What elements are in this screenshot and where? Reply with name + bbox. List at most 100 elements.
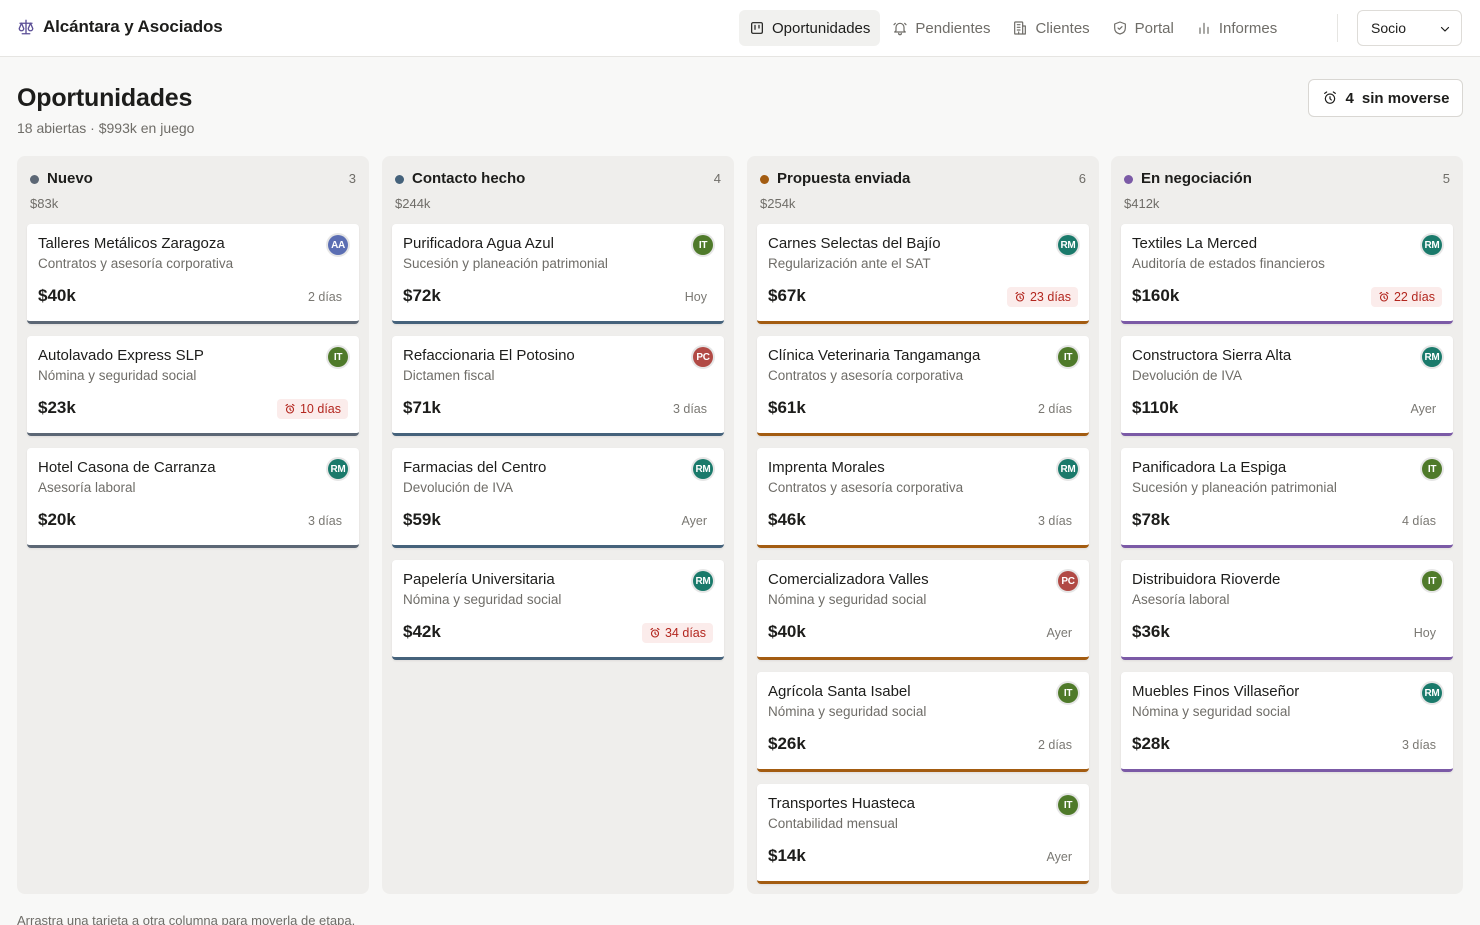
deal-card[interactable]: Carnes Selectas del Bajío Regularización …	[757, 224, 1089, 324]
nav-oportunidades[interactable]: Oportunidades	[739, 10, 881, 46]
owner-avatar[interactable]: IT	[1058, 795, 1078, 815]
column-title: Propuesta enviada	[777, 170, 911, 187]
card-age: 2 días	[307, 290, 342, 304]
deal-card[interactable]: Clínica Veterinaria Tangamanga Contratos …	[757, 336, 1089, 436]
owner-avatar[interactable]: IT	[1422, 459, 1442, 479]
deal-card[interactable]: Hotel Casona de Carranza Asesoría laboral…	[27, 448, 359, 548]
column-title: Nuevo	[47, 170, 93, 187]
column-0: Nuevo 3 $83k Talleres Metálicos Zaragoza Con…	[17, 156, 369, 894]
card-service: Contratos y asesoría corporativa	[768, 368, 964, 383]
nav-informes[interactable]: Informes	[1186, 10, 1287, 46]
card-amount: $36k	[1132, 622, 1170, 641]
nav-pendientes[interactable]: Pendientes	[882, 10, 1000, 46]
deal-card[interactable]: Distribuidora Rioverde Asesoría laboral $3…	[1121, 560, 1453, 660]
deal-card[interactable]: Agrícola Santa Isabel Nómina y seguridad …	[757, 672, 1089, 772]
column-3: En negociación 5 $412k Textiles La Merced Au…	[1111, 156, 1463, 894]
deal-card[interactable]: Refaccionaria El Potosino Dictamen fiscal…	[392, 336, 724, 436]
stale-count: 4	[1345, 89, 1354, 107]
bar-chart-icon	[1199, 22, 1209, 34]
building-icon	[1014, 21, 1027, 35]
owner-avatar[interactable]: RM	[693, 571, 713, 591]
card-age: Ayer	[681, 514, 707, 528]
card-client-name: Autolavado Express SLP	[38, 347, 204, 364]
stage-dot	[1124, 175, 1133, 184]
deal-card[interactable]: Textiles La Merced Auditoría de estados f…	[1121, 224, 1453, 324]
owner-avatar[interactable]: IT	[1058, 347, 1078, 367]
card-client-name: Constructora Sierra Alta	[1132, 347, 1292, 364]
card-service: Devolución de IVA	[403, 480, 514, 495]
deal-card[interactable]: Papelería Universitaria Nómina y segurida…	[392, 560, 724, 660]
owner-avatar[interactable]: IT	[1058, 683, 1078, 703]
bell-icon	[893, 22, 908, 36]
card-amount: $26k	[768, 734, 806, 753]
nav-divider	[1337, 14, 1338, 42]
card-amount: $46k	[768, 510, 806, 529]
card-client-name: Talleres Metálicos Zaragoza	[38, 235, 225, 252]
owner-avatar[interactable]: AA	[328, 235, 348, 255]
page-title: Oportunidades	[17, 84, 193, 112]
nav-portal[interactable]: Portal	[1102, 10, 1184, 46]
nav-clientes[interactable]: Clientes	[1002, 10, 1099, 46]
card-service: Contratos y asesoría corporativa	[38, 256, 234, 271]
owner-avatar[interactable]: RM	[328, 459, 348, 479]
deal-card[interactable]: Farmacias del Centro Devolución de IVA $59…	[392, 448, 724, 548]
stage-dot	[30, 175, 39, 184]
card-service: Asesoría laboral	[1132, 592, 1230, 607]
deal-card[interactable]: Autolavado Express SLP Nómina y seguridad…	[27, 336, 359, 436]
card-client-name: Farmacias del Centro	[403, 459, 547, 476]
card-client-name: Purificadora Agua Azul	[403, 235, 554, 252]
card-client-name: Panificadora La Espiga	[1132, 459, 1287, 476]
stale-deals-button[interactable]: 4 sin moverse	[1308, 79, 1463, 117]
alarm-clock-icon	[650, 627, 660, 638]
deal-card[interactable]: Constructora Sierra Alta Devolución de IV…	[1121, 336, 1453, 436]
card-service: Asesoría laboral	[38, 480, 136, 495]
owner-avatar[interactable]: IT	[328, 347, 348, 367]
card-age: Ayer	[1046, 626, 1072, 640]
owner-avatar[interactable]: PC	[693, 347, 713, 367]
card-amount: $20k	[38, 510, 76, 529]
owner-avatar[interactable]: PC	[1058, 571, 1078, 591]
card-amount: $42k	[403, 622, 441, 641]
deal-card[interactable]: Imprenta Morales Contratos y asesoría cor…	[757, 448, 1089, 548]
card-service: Regularización ante el SAT	[768, 256, 931, 271]
card-client-name: Refaccionaria El Potosino	[403, 347, 575, 364]
deal-card[interactable]: Talleres Metálicos Zaragoza Contratos y a…	[27, 224, 359, 324]
card-service: Contabilidad mensual	[768, 816, 898, 831]
top-bar: Alcántara y Asociados Oportunidades Pend…	[0, 0, 1480, 57]
owner-avatar[interactable]: IT	[693, 235, 713, 255]
card-service: Nómina y seguridad social	[768, 704, 927, 719]
column-count: 5	[1442, 171, 1450, 186]
card-client-name: Carnes Selectas del Bajío	[768, 235, 941, 252]
card-client-name: Agrícola Santa Isabel	[768, 683, 911, 700]
owner-avatar[interactable]: RM	[1422, 347, 1442, 367]
deal-card[interactable]: Muebles Finos Villaseñor Nómina y segurid…	[1121, 672, 1453, 772]
deal-card[interactable]: Comercializadora Valles Nómina y segurida…	[757, 560, 1089, 660]
card-age: Hoy	[1413, 626, 1436, 640]
card-client-name: Comercializadora Valles	[768, 571, 929, 588]
card-client-name: Clínica Veterinaria Tangamanga	[768, 347, 981, 364]
deal-card[interactable]: Purificadora Agua Azul Sucesión y planeac…	[392, 224, 724, 324]
role-select[interactable]: Socio	[1357, 10, 1462, 46]
deal-card[interactable]: Transportes Huasteca Contabilidad mensual…	[757, 784, 1089, 884]
owner-avatar[interactable]: RM	[1058, 235, 1078, 255]
owner-avatar[interactable]: RM	[693, 459, 713, 479]
card-client-name: Transportes Huasteca	[768, 795, 916, 812]
card-service: Nómina y seguridad social	[403, 592, 562, 607]
card-amount: $67k	[768, 286, 806, 305]
stale-label: sin moverse	[1361, 89, 1450, 107]
card-service: Sucesión y planeación patrimonial	[1132, 480, 1337, 495]
card-amount: $59k	[403, 510, 441, 529]
deal-card[interactable]: Panificadora La Espiga Sucesión y planeac…	[1121, 448, 1453, 548]
column-header: Nuevo 3	[30, 170, 356, 190]
nav-label: Pendientes	[915, 19, 991, 37]
card-client-name: Distribuidora Rioverde	[1132, 571, 1281, 588]
owner-avatar[interactable]: IT	[1422, 571, 1442, 591]
owner-avatar[interactable]: RM	[1422, 683, 1442, 703]
card-service: Nómina y seguridad social	[1132, 704, 1291, 719]
card-service: Nómina y seguridad social	[38, 368, 197, 383]
scales-icon	[18, 19, 34, 35]
brand[interactable]: Alcántara y Asociados	[17, 17, 223, 37]
brand-name: Alcántara y Asociados	[43, 17, 223, 36]
owner-avatar[interactable]: RM	[1422, 235, 1442, 255]
owner-avatar[interactable]: RM	[1058, 459, 1078, 479]
